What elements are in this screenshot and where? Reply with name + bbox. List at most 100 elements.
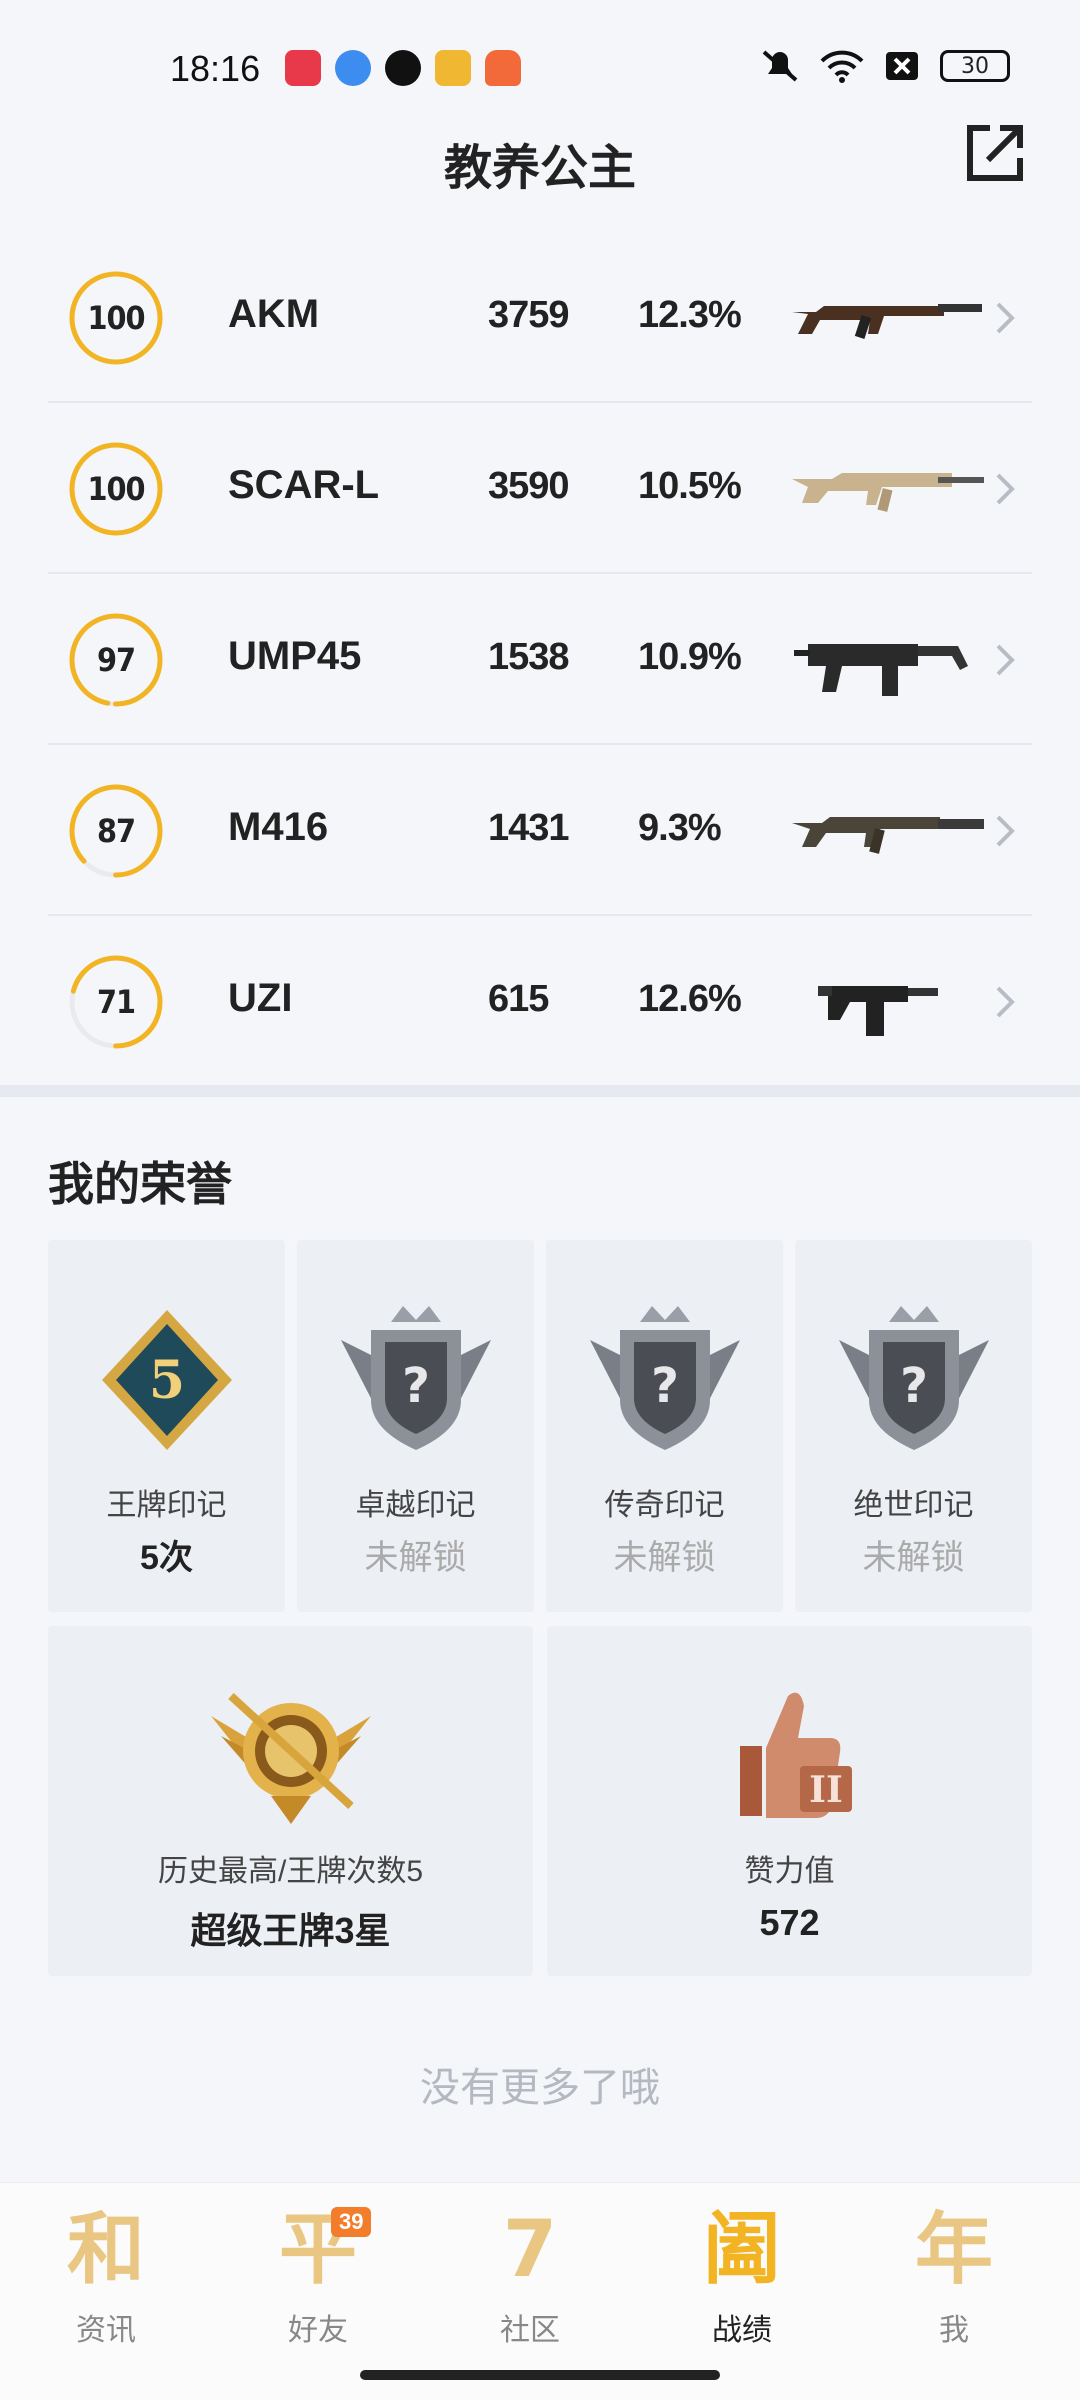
- weapon-row[interactable]: 97 UMP45 1538 10.9%: [48, 574, 1032, 745]
- locked-mark-badge-text: ?: [402, 1358, 430, 1414]
- gamepad-app-icon: [485, 50, 521, 86]
- weapon-list: 100 AKM 3759 12.3% 100 SCAR-L 3590 10.5% 97 UMP45…: [48, 232, 1032, 1087]
- likes-label: 赞力值: [744, 1855, 835, 1888]
- honor-mark-label: 传奇印记: [604, 1489, 725, 1522]
- rank-card[interactable]: 历史最高/王牌次数5 超级王牌3星: [48, 1626, 533, 1976]
- weapon-row[interactable]: 100 AKM 3759 12.3%: [48, 232, 1032, 403]
- weapon-rate: 10.5%: [638, 465, 742, 507]
- weapon-score: 97: [96, 641, 136, 679]
- honor-mark-value: 5次: [140, 1539, 193, 1577]
- weapon-name: UMP45: [228, 634, 362, 678]
- nav-label: 我: [939, 2314, 969, 2347]
- weapon-rate: 9.3%: [638, 807, 722, 849]
- section-divider: [0, 1085, 1080, 1097]
- weapon-score: 100: [87, 299, 145, 337]
- weapon-rate: 10.9%: [638, 636, 742, 678]
- notification-icons: [285, 50, 521, 86]
- rank-label: 历史最高/王牌次数5: [157, 1855, 424, 1888]
- nav-label: 社区: [500, 2314, 560, 2347]
- honor-marks-grid: 5 王牌印记 5次? 卓越印记 未解锁? 传奇印记 未解锁? 绝世印记 未解锁: [48, 1240, 1032, 1612]
- nav-label: 资讯: [76, 2314, 136, 2347]
- weapon-name: AKM: [228, 292, 320, 336]
- bottom-nav: 和资讯平好友 39 7 社区阖战绩年我: [0, 2182, 1080, 2400]
- share-icon[interactable]: [962, 120, 1028, 186]
- honor-mark-label: 绝世印记: [853, 1489, 974, 1522]
- ace-mark-badge-icon: 5: [101, 1310, 232, 1450]
- nav-glyph-icon: 7: [502, 2205, 558, 2295]
- header: 教养公主: [0, 120, 1080, 200]
- weapon-score: 87: [96, 812, 136, 850]
- honor-mark-card[interactable]: 5 王牌印记 5次: [48, 1240, 285, 1612]
- honor-mark-label: 卓越印记: [355, 1489, 476, 1522]
- ace-mark-badge-text: 5: [148, 1350, 184, 1411]
- sim-off-icon: [886, 52, 918, 80]
- likes-value: 572: [759, 1902, 820, 1943]
- honor-mark-value: 未解锁: [862, 1539, 965, 1577]
- weapon-kill-count: 1538: [488, 636, 570, 678]
- weapon-name: SCAR-L: [228, 463, 380, 507]
- video-app-icon: [285, 50, 321, 86]
- status-bar: 18:16 30: [0, 0, 1080, 140]
- locked-mark-badge-icon: ?: [340, 1306, 491, 1450]
- nav-badge: 39: [331, 2207, 372, 2237]
- mute-icon: [762, 50, 798, 82]
- nav-item-1[interactable]: 平好友 39: [243, 2203, 393, 2349]
- chevron-right-icon: [996, 986, 1015, 1018]
- locked-mark-badge-text: ?: [651, 1358, 679, 1414]
- weapon-row[interactable]: 100 SCAR-L 3590 10.5%: [48, 403, 1032, 574]
- svg-text:II: II: [809, 1769, 843, 1811]
- honor-summary-grid: 历史最高/王牌次数5 超级王牌3星 II 赞力值 572: [48, 1626, 1032, 1976]
- likes-card[interactable]: II 赞力值 572: [547, 1626, 1032, 1976]
- weapon-row[interactable]: 71 UZI 615 12.6%: [48, 916, 1032, 1087]
- honor-mark-value: 未解锁: [364, 1539, 467, 1577]
- nav-item-3[interactable]: 阖战绩: [667, 2203, 817, 2349]
- nav-item-4[interactable]: 年我: [879, 2203, 1029, 2349]
- chevron-right-icon: [996, 815, 1015, 847]
- chevron-right-icon: [996, 302, 1015, 334]
- battery-icon: 30: [940, 50, 1010, 82]
- rank-value: 超级王牌3星: [190, 1910, 391, 1951]
- weapon-kill-count: 3590: [488, 465, 570, 507]
- nav-item-0[interactable]: 和资讯: [31, 2203, 181, 2349]
- weapon-row[interactable]: 87 M416 1431 9.3%: [48, 745, 1032, 916]
- honor-mark-card[interactable]: ? 绝世印记未解锁: [795, 1240, 1032, 1612]
- browser-app-icon: [335, 50, 371, 86]
- weapon-name: M416: [228, 805, 329, 849]
- page-title: 教养公主: [443, 142, 636, 195]
- chevron-right-icon: [996, 473, 1015, 505]
- nav-glyph-icon: 年: [914, 2205, 993, 2295]
- honor-mark-label: 王牌印记: [106, 1489, 227, 1522]
- nav-item-2[interactable]: 7 社区: [455, 2203, 605, 2349]
- nav-label: 战绩: [712, 2314, 772, 2347]
- weapon-image: [792, 304, 982, 340]
- winged-rank-emblem-icon: [210, 1693, 371, 1824]
- nav-glyph-icon: 阖: [702, 2205, 781, 2295]
- nav-glyph-icon: 和: [66, 2205, 145, 2295]
- tiktok-app-icon: [385, 50, 421, 86]
- locked-mark-badge-icon: ?: [589, 1306, 740, 1450]
- weapon-name: UZI: [228, 976, 293, 1020]
- game-app-icon: [435, 50, 471, 86]
- honor-mark-value: 未解锁: [613, 1539, 716, 1577]
- weapon-score: 71: [96, 983, 136, 1021]
- weapon-rate: 12.6%: [638, 978, 742, 1020]
- weapon-image: [818, 986, 938, 1036]
- weapon-score: 100: [87, 470, 145, 508]
- weapon-image: [792, 817, 984, 854]
- locked-mark-badge-icon: ?: [838, 1306, 989, 1450]
- chevron-right-icon: [996, 644, 1015, 676]
- weapon-image: [794, 644, 968, 696]
- thumbs-up-icon: II: [739, 1692, 852, 1818]
- honors-title: 我的荣誉: [48, 1158, 232, 1210]
- honor-mark-card[interactable]: ? 卓越印记未解锁: [297, 1240, 534, 1612]
- no-more-text: 没有更多了哦: [420, 2066, 660, 2110]
- weapon-image: [792, 473, 984, 512]
- nav-label: 好友: [288, 2314, 348, 2347]
- weapon-kill-count: 1431: [488, 807, 570, 849]
- weapon-rate: 12.3%: [638, 294, 742, 336]
- locked-mark-badge-text: ?: [900, 1358, 928, 1414]
- home-indicator[interactable]: [360, 2370, 720, 2380]
- honor-mark-card[interactable]: ? 传奇印记未解锁: [546, 1240, 783, 1612]
- wifi-icon: [820, 50, 864, 83]
- status-time: 18:16: [170, 48, 261, 89]
